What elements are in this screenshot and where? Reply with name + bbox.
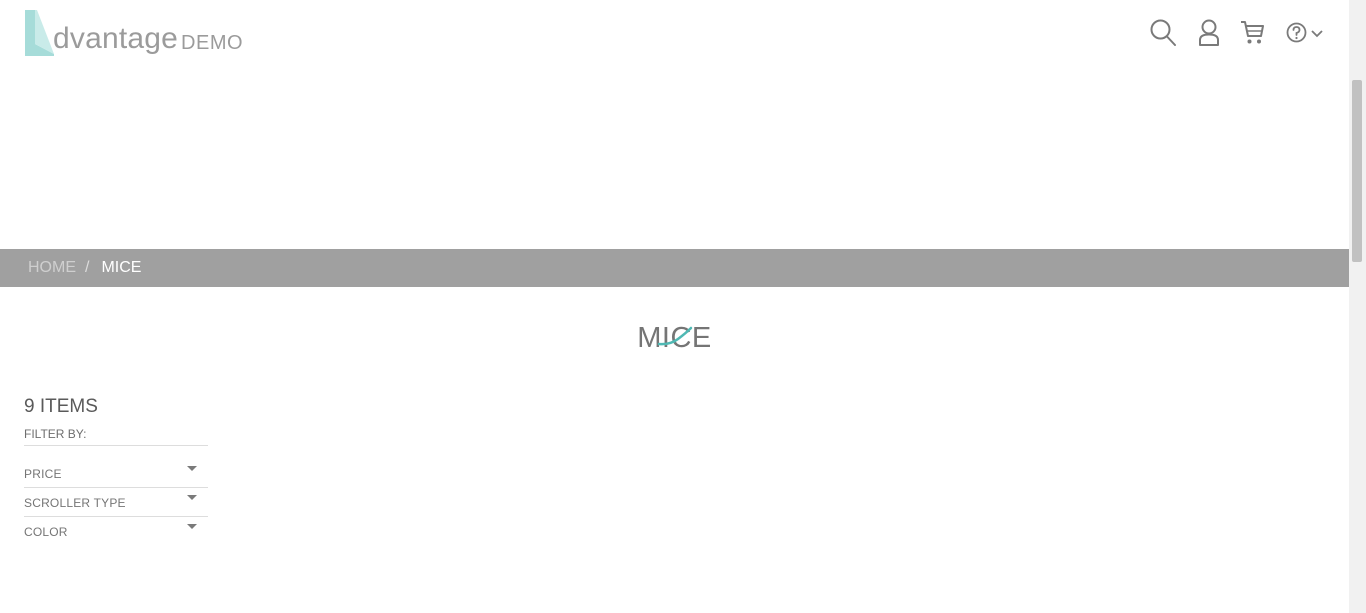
page: dvantage DEMO HOME / MICE MICE 9 ITEMS F…	[0, 0, 1366, 613]
help-icon	[1286, 22, 1307, 43]
filter-by-label: FILTER BY:	[24, 427, 208, 446]
header-icons	[1150, 19, 1324, 46]
filter-price[interactable]: PRICE	[24, 459, 208, 488]
loading-spinner-icon	[657, 326, 693, 346]
user-icon[interactable]	[1198, 19, 1220, 46]
logo-demo-suffix: DEMO	[181, 32, 244, 54]
breadcrumb: HOME / MICE	[0, 249, 1349, 287]
filter-color[interactable]: COLOR	[24, 517, 208, 546]
breadcrumb-separator: /	[85, 259, 90, 276]
logo-wordmark: dvantage	[53, 22, 179, 55]
chevron-down-icon	[1311, 29, 1323, 37]
scrollbar-thumb[interactable]	[1352, 80, 1362, 262]
filter-scroller-type-label: SCROLLER TYPE	[24, 496, 126, 510]
filter-scroller-type[interactable]: SCROLLER TYPE	[24, 488, 208, 517]
site-header: dvantage DEMO	[0, 0, 1349, 75]
page-scrollbar[interactable]	[1349, 0, 1366, 613]
items-count: 9 ITEMS	[24, 396, 98, 417]
cart-icon[interactable]	[1240, 20, 1264, 45]
breadcrumb-current: MICE	[101, 259, 142, 276]
filter-color-label: COLOR	[24, 525, 68, 539]
filter-price-label: PRICE	[24, 467, 62, 481]
logo-mark-icon	[25, 10, 54, 56]
caret-down-icon	[187, 466, 197, 471]
breadcrumb-home-link[interactable]: HOME	[28, 259, 76, 277]
help-menu[interactable]	[1286, 22, 1324, 43]
caret-down-icon	[187, 495, 197, 500]
logo[interactable]: dvantage DEMO	[23, 10, 243, 56]
search-icon[interactable]	[1150, 19, 1176, 46]
caret-down-icon	[187, 524, 197, 529]
